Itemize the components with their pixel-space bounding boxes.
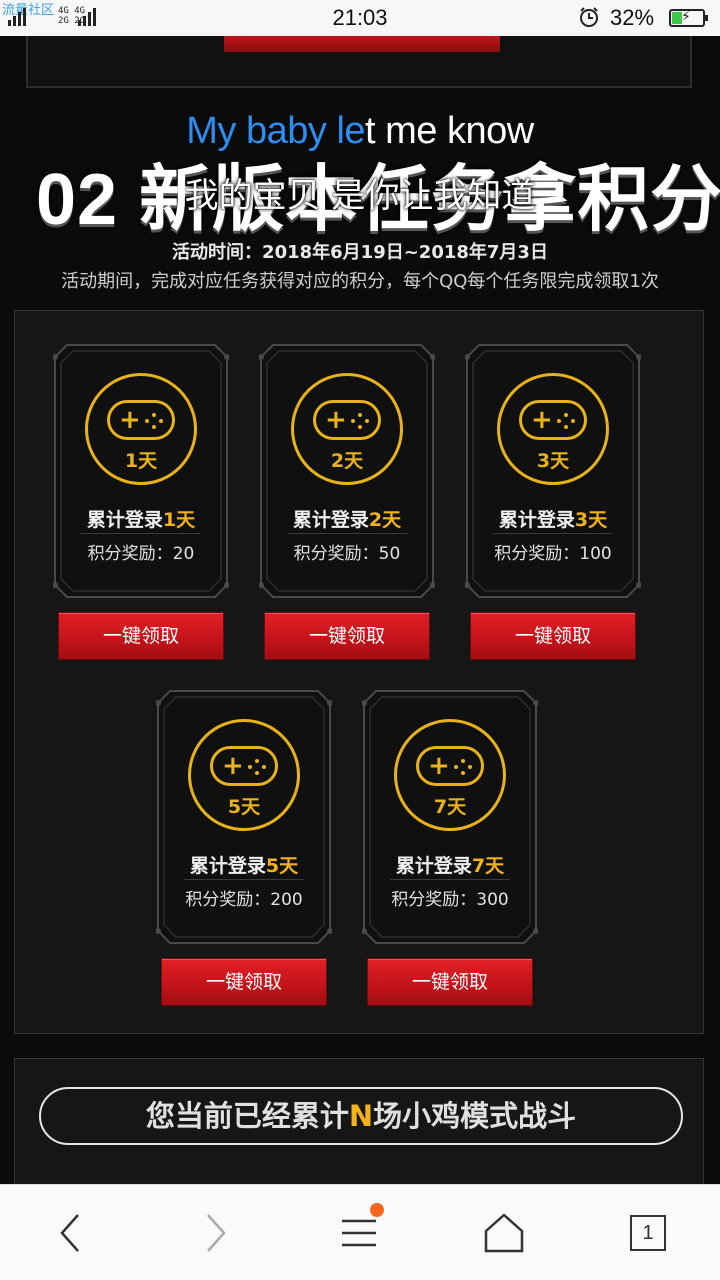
- gamepad-icon: +: [107, 400, 175, 440]
- divider: [493, 533, 613, 534]
- login-requirement: 累计登录1天: [53, 505, 229, 532]
- divider: [184, 879, 304, 880]
- forward-button[interactable]: [188, 1207, 244, 1259]
- points-reward: 积分奖励：300: [391, 890, 509, 910]
- day-badge: +2天: [291, 373, 403, 485]
- login-prefix: 累计登录: [86, 509, 163, 531]
- menu-button[interactable]: [332, 1203, 388, 1259]
- day-label: 5天: [227, 796, 261, 818]
- reward-card: +2天 累计登录2天 积分奖励：50: [259, 343, 435, 599]
- lyric-english-rest: t me know: [365, 110, 534, 152]
- day-badge: +3天: [497, 373, 609, 485]
- login-requirement: 累计登录5天: [156, 851, 332, 878]
- points-reward: 积分奖励：50: [293, 544, 401, 564]
- claim-button[interactable]: 一键领取: [264, 612, 430, 660]
- reward-card: +7天 累计登录7天 积分奖励：300: [362, 689, 538, 945]
- battle-count: N: [348, 1099, 374, 1133]
- reward-card: +3天 累计登录3天 积分奖励：100: [465, 343, 641, 599]
- divider: [390, 879, 510, 880]
- claim-button[interactable]: 一键领取: [470, 612, 636, 660]
- points-reward: 积分奖励：100: [494, 544, 612, 564]
- tabs-count: 1: [630, 1215, 666, 1251]
- day-label: 1天: [124, 450, 158, 472]
- previous-section-card: [26, 36, 692, 88]
- browser-bottom-bar: 1: [0, 1184, 720, 1280]
- claim-button[interactable]: 一键领取: [367, 958, 533, 1006]
- status-bar: 流量社区 4G 4G 2G 2G 21:03 32% ⚡: [0, 0, 720, 36]
- battle-prefix: 您当前已经累计: [145, 1099, 349, 1133]
- lyric-english-highlight: My baby le: [186, 110, 366, 152]
- divider: [81, 533, 201, 534]
- chevron-left-icon: [60, 1214, 79, 1252]
- chevron-right-icon: [207, 1214, 226, 1252]
- divider: [287, 533, 407, 534]
- points-reward: 积分奖励：20: [87, 544, 195, 564]
- day-label: 2天: [330, 450, 364, 472]
- gamepad-icon: +: [210, 746, 278, 786]
- activity-description: 活动期间，完成对应任务获得对应的积分，每个QQ每个任务限完成领取1次: [61, 271, 659, 292]
- login-days: 1天: [162, 509, 196, 531]
- battery-percent: 32%: [610, 5, 655, 30]
- login-rewards-panel: +1天 累计登录1天 积分奖励：20 一键领取 +2天 累计登录2天 积分奖励：50 一键领取…: [14, 310, 704, 1034]
- reward-card: +5天 累计登录5天 积分奖励：200: [156, 689, 332, 945]
- login-prefix: 累计登录: [189, 855, 266, 877]
- activity-date: 活动时间：2018年6月19日~2018年7月3日: [172, 242, 548, 263]
- alarm-icon: [580, 7, 598, 27]
- gamepad-icon: +: [519, 400, 587, 440]
- notification-dot: [370, 1203, 384, 1217]
- home-icon: [484, 1213, 524, 1253]
- gamepad-icon: +: [313, 400, 381, 440]
- claim-button[interactable]: 一键领取: [58, 612, 224, 660]
- charging-icon: ⚡: [681, 9, 691, 25]
- login-days: 2天: [368, 509, 402, 531]
- battle-suffix: 场小鸡模式战斗: [373, 1099, 577, 1133]
- home-button[interactable]: [476, 1207, 532, 1259]
- login-prefix: 累计登录: [498, 509, 575, 531]
- tabs-button[interactable]: 1: [620, 1207, 676, 1259]
- back-button[interactable]: [42, 1207, 98, 1259]
- day-badge: +1天: [85, 373, 197, 485]
- battle-panel: 您当前已经累计N场小鸡模式战斗: [14, 1058, 704, 1188]
- day-badge: +7天: [394, 719, 506, 831]
- previous-section-button[interactable]: [224, 36, 500, 52]
- login-days: 7天: [471, 855, 505, 877]
- lyric-overlay-chinese: 我的宝贝 是你让我知道: [184, 176, 536, 216]
- login-prefix: 累计登录: [395, 855, 472, 877]
- gamepad-icon: +: [416, 746, 484, 786]
- claim-button[interactable]: 一键领取: [161, 958, 327, 1006]
- login-prefix: 累计登录: [292, 509, 369, 531]
- login-requirement: 累计登录7天: [362, 851, 538, 878]
- points-reward: 积分奖励：200: [185, 890, 303, 910]
- login-requirement: 累计登录3天: [465, 505, 641, 532]
- login-days: 3天: [574, 509, 608, 531]
- lyric-overlay-english: My baby let me know: [0, 110, 720, 153]
- day-label: 3天: [536, 450, 570, 472]
- day-badge: +5天: [188, 719, 300, 831]
- login-days: 5天: [265, 855, 299, 877]
- reward-card: +1天 累计登录1天 积分奖励：20: [53, 343, 229, 599]
- day-label: 7天: [433, 796, 467, 818]
- battle-count-banner: 您当前已经累计N场小鸡模式战斗: [39, 1087, 683, 1145]
- battery-icon: ⚡: [669, 9, 708, 27]
- login-requirement: 累计登录2天: [259, 505, 435, 532]
